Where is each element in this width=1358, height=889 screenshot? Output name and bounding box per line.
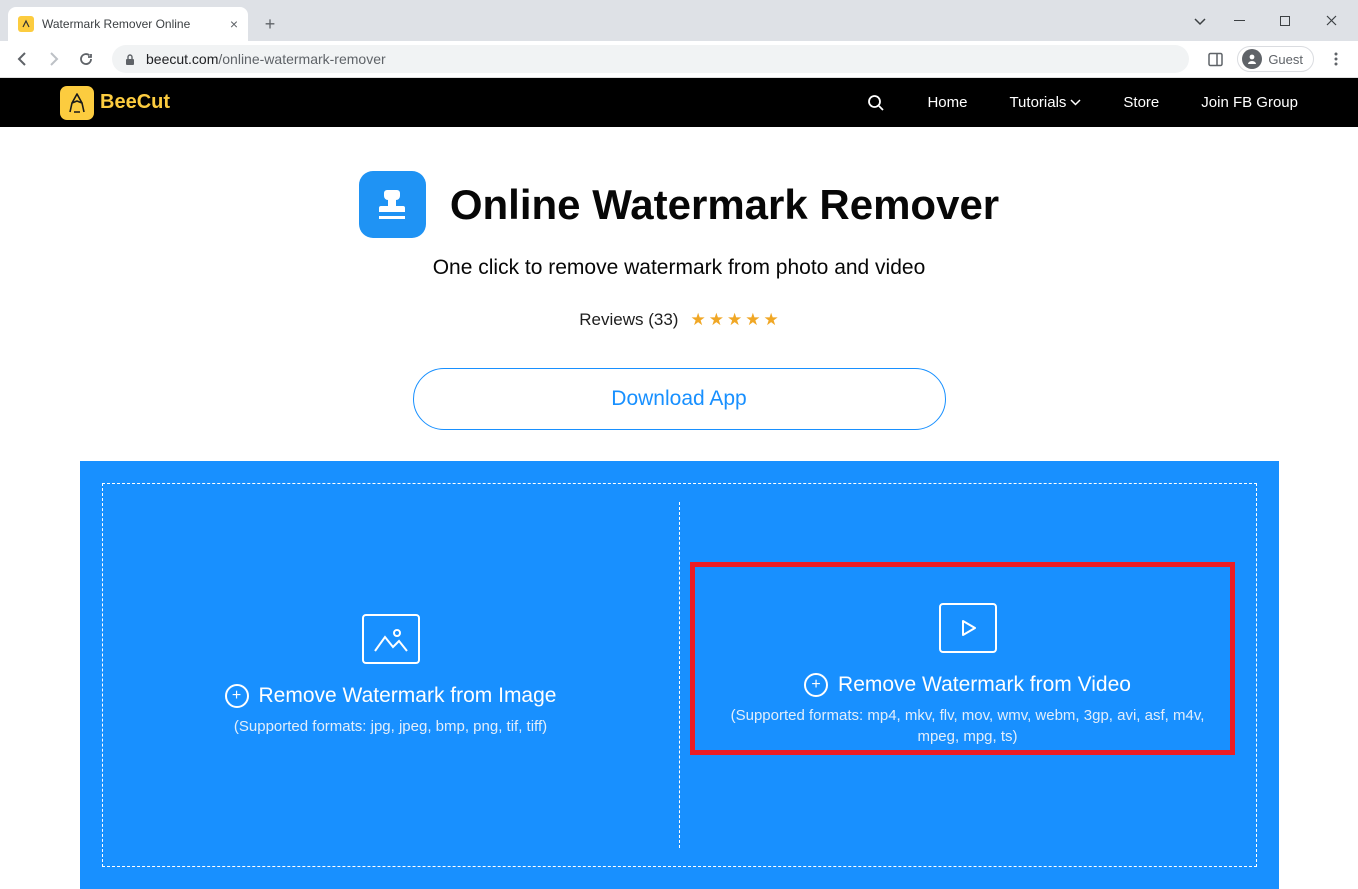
tab-favicon xyxy=(18,16,34,32)
video-formats: (Supported formats: mp4, mkv, flv, mov, … xyxy=(713,705,1223,747)
upload-video-label: Remove Watermark from Video xyxy=(838,673,1131,697)
close-window-button[interactable] xyxy=(1308,6,1354,36)
profile-label: Guest xyxy=(1268,52,1303,67)
tab-search-icon[interactable] xyxy=(1184,16,1216,26)
nav-home[interactable]: Home xyxy=(927,94,967,111)
lock-icon xyxy=(124,53,136,66)
video-icon xyxy=(939,603,997,653)
reviews-label: Reviews (33) xyxy=(579,310,678,330)
nav-join-group[interactable]: Join FB Group xyxy=(1201,94,1298,111)
image-icon xyxy=(362,614,420,664)
plus-icon: + xyxy=(804,673,828,697)
reviews-row[interactable]: Reviews (33) ★ ★ ★ ★ ★ xyxy=(0,310,1358,330)
browser-toolbar: beecut.com/online-watermark-remover Gues… xyxy=(0,41,1358,78)
star-icon: ★ xyxy=(727,310,742,330)
browser-tab[interactable]: Watermark Remover Online × xyxy=(8,7,248,41)
site-header: BeeCut Home Tutorials Store Join FB Grou… xyxy=(0,78,1358,127)
new-tab-button[interactable]: + xyxy=(256,10,284,38)
star-icon: ★ xyxy=(709,310,724,330)
tab-close-button[interactable]: × xyxy=(230,16,238,32)
site-logo[interactable]: BeeCut xyxy=(60,86,170,120)
avatar-icon xyxy=(1242,49,1262,69)
plus-icon: + xyxy=(225,684,249,708)
nav-tutorials[interactable]: Tutorials xyxy=(1009,94,1081,111)
logo-icon xyxy=(60,86,94,120)
download-app-button[interactable]: Download App xyxy=(413,368,946,430)
image-formats: (Supported formats: jpg, jpeg, bmp, png,… xyxy=(234,716,547,737)
side-panel-button[interactable] xyxy=(1201,45,1229,73)
profile-button[interactable]: Guest xyxy=(1237,46,1314,72)
chevron-down-icon xyxy=(1070,99,1081,106)
stamp-icon xyxy=(359,171,426,238)
nav-store[interactable]: Store xyxy=(1123,94,1159,111)
upload-image-zone[interactable]: + Remove Watermark from Image (Supported… xyxy=(103,484,679,866)
page-subtitle: One click to remove watermark from photo… xyxy=(0,256,1358,280)
page-title: Online Watermark Remover xyxy=(450,181,999,229)
upload-section: + Remove Watermark from Image (Supported… xyxy=(80,461,1279,889)
address-bar[interactable]: beecut.com/online-watermark-remover xyxy=(112,45,1189,73)
forward-button[interactable] xyxy=(40,45,68,73)
star-icon: ★ xyxy=(745,310,760,330)
star-icon: ★ xyxy=(763,310,778,330)
url-text: beecut.com/online-watermark-remover xyxy=(146,51,386,67)
reload-button[interactable] xyxy=(72,45,100,73)
browser-tab-strip: Watermark Remover Online × + xyxy=(0,0,1358,41)
star-rating: ★ ★ ★ ★ ★ xyxy=(690,310,778,330)
star-icon: ★ xyxy=(690,310,705,330)
logo-text: BeeCut xyxy=(100,91,170,114)
upload-video-zone[interactable]: + Remove Watermark from Video (Supported… xyxy=(680,484,1256,866)
back-button[interactable] xyxy=(8,45,36,73)
maximize-button[interactable] xyxy=(1262,6,1308,36)
upload-image-label: Remove Watermark from Image xyxy=(259,684,557,708)
minimize-button[interactable] xyxy=(1216,6,1262,36)
hero-section: Online Watermark Remover One click to re… xyxy=(0,127,1358,430)
browser-menu-button[interactable] xyxy=(1322,45,1350,73)
tab-title: Watermark Remover Online xyxy=(42,17,190,31)
search-icon[interactable] xyxy=(867,94,885,112)
